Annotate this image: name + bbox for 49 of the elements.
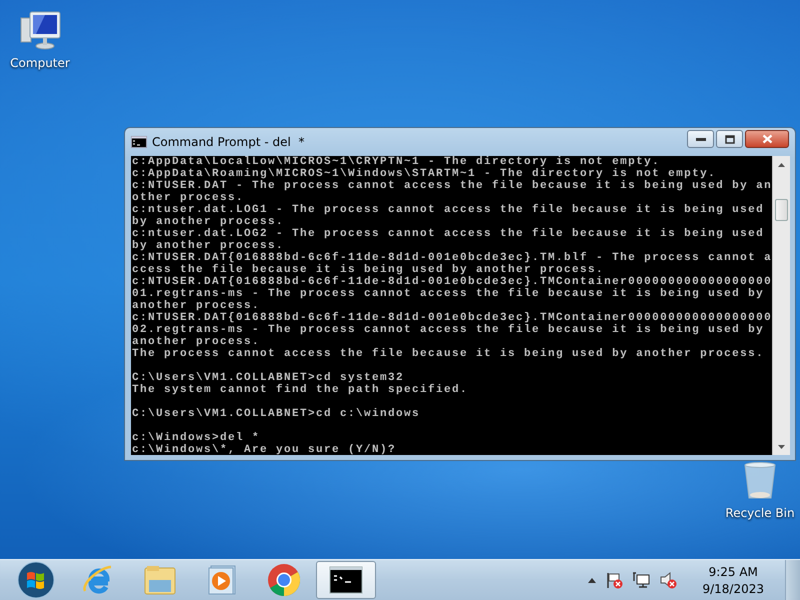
computer-icon: [18, 10, 62, 52]
command-prompt-icon: [131, 136, 147, 148]
window-title: Command Prompt - del *: [152, 135, 306, 149]
minimize-icon: [696, 137, 706, 141]
console-line: by another process.: [132, 216, 286, 228]
clock-date[interactable]: 9/18/2023: [702, 582, 764, 596]
scrollbar[interactable]: [772, 156, 790, 455]
console-line: c:NTUSER.DAT{016888bd-6c6f-11de-8d1d-001e0bcde3ec}.TM.blf - The process cannot a: [132, 252, 772, 264]
console-line: 01.regtrans-ms - The process cannot access the file because it is being used by: [132, 288, 766, 300]
console-line: c:ntuser.dat.LOG1 - The process cannot access the file because it is being used: [132, 204, 766, 216]
close-icon: [762, 134, 772, 144]
console-line: C:\Users\VM1.COLLABNET>cd system32: [132, 372, 404, 384]
scrollbar-thumb[interactable]: [775, 198, 788, 220]
console-line: ccess the file because it is being used by another process.: [132, 264, 604, 276]
command-prompt-icon: [329, 566, 363, 594]
media-player-icon: [207, 564, 237, 596]
maximize-icon: [724, 134, 734, 144]
console-line: C:\Users\VM1.COLLABNET>cd c:\windows: [132, 408, 422, 420]
console-line: by another process.: [132, 240, 284, 252]
console-line: c:\Windows>del *: [132, 432, 262, 444]
folder-icon: [143, 564, 177, 596]
console-line: c:NTUSER.DAT - The process cannot access the file because it is being used by an: [132, 180, 772, 192]
taskbar-button[interactable]: [316, 561, 376, 599]
console-line: c:AppData\LocalLow\MICROS~1\CRYPTN~1 - The directory is not empty.: [132, 156, 662, 168]
console-line: other process.: [132, 192, 246, 204]
start-orb-icon: [17, 561, 55, 599]
clock-time[interactable]: 9:25 AM: [708, 564, 758, 578]
console-line: c:NTUSER.DAT{016888bd-6c6f-11de-8d1d-001e0bcde3ec}.TMContainer000000000000000000: [132, 312, 772, 324]
console-line: The process cannot access the file because it is being used by another process.: [132, 348, 766, 360]
maximize-button[interactable]: [716, 130, 743, 148]
close-button[interactable]: [745, 130, 789, 148]
desktop-icon-label[interactable]: Recycle Bin: [725, 506, 795, 520]
console-line: another process.: [132, 300, 260, 312]
console-line: The system cannot find the path specified.: [132, 384, 470, 396]
console-line: c:ntuser.dat.LOG2 - The process cannot access the file because it is being used: [132, 228, 766, 240]
console-line: c:NTUSER.DAT{016888bd-6c6f-11de-8d1d-001e0bcde3ec}.TMContainer000000000000000000: [132, 276, 772, 288]
console-line: c:AppData\Roaming\MICROS~1\Windows\STARTM~1 - The directory is not empty.: [132, 168, 718, 180]
console-line: 02.regtrans-ms - The process cannot access the file because it is being used by: [132, 324, 766, 336]
desktop-icon-label[interactable]: Computer: [10, 56, 70, 70]
show-hidden-icons-icon[interactable]: [588, 578, 596, 582]
speaker-muted-icon[interactable]: [659, 571, 678, 589]
minimize-button[interactable]: [687, 130, 714, 148]
chrome-logo-icon: [267, 563, 301, 597]
scroll-down-icon: [778, 444, 786, 448]
scroll-up-icon: [778, 162, 786, 166]
flag-error-icon[interactable]: [605, 571, 624, 589]
console-line: c:\Windows\*, Are you sure (Y/N)?: [132, 444, 398, 456]
console-line: another process.: [132, 336, 262, 348]
network-icon[interactable]: [632, 571, 650, 589]
